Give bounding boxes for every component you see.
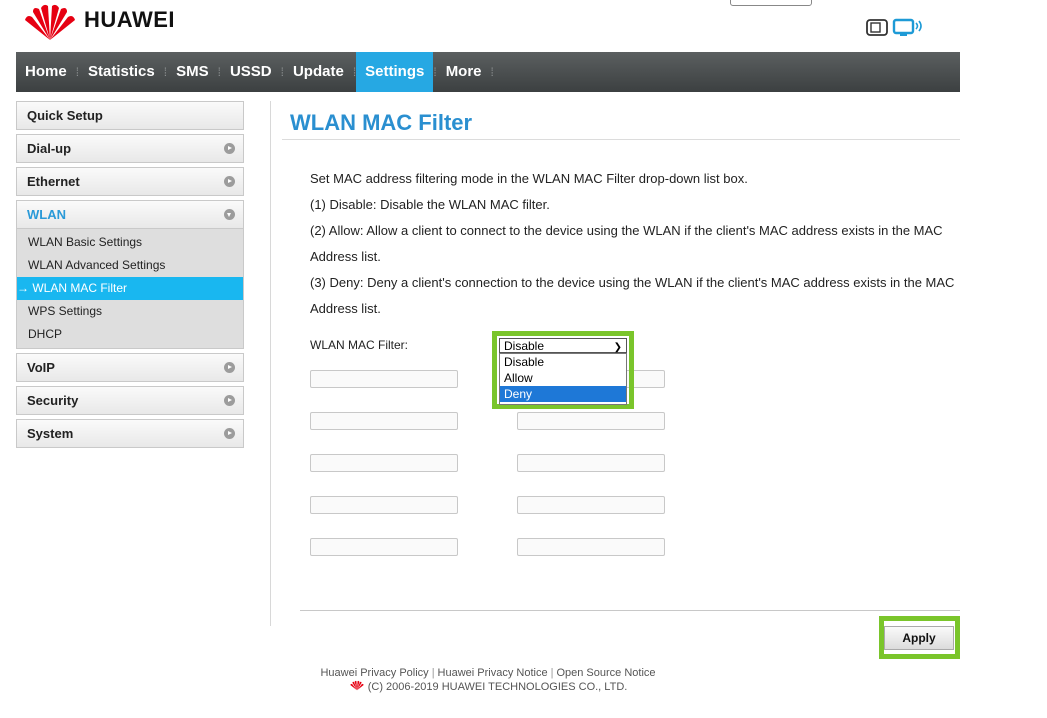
copyright-text: (C) 2006-2019 HUAWEI TECHNOLOGIES CO., L… xyxy=(367,681,628,693)
page-title: WLAN MAC Filter xyxy=(290,110,473,135)
mac-address-input-8[interactable] xyxy=(517,496,665,514)
sidebar-item-wlan[interactable]: WLAN xyxy=(16,200,244,229)
pc-connected-icon xyxy=(892,18,922,36)
chevron-right-icon xyxy=(224,143,235,154)
chevron-right-icon xyxy=(224,395,235,406)
sidebar-subitem-wlan-mac-filter[interactable]: → WLAN MAC Filter xyxy=(17,277,243,300)
mac-address-input-1[interactable] xyxy=(310,370,458,388)
mac-address-input-9[interactable] xyxy=(310,538,458,556)
mac-filter-label: WLAN MAC Filter: xyxy=(310,338,409,352)
mac-filter-dropdown: Disable Allow Deny xyxy=(499,353,627,405)
mac-address-input-4[interactable] xyxy=(517,412,665,430)
sidebar-item-system[interactable]: System xyxy=(16,419,244,448)
sidebar-item-label: WLAN xyxy=(27,207,66,222)
chevron-down-icon xyxy=(224,209,235,220)
huawei-logo-icon xyxy=(25,4,75,40)
chevron-right-icon xyxy=(224,428,235,439)
nav-home[interactable]: Home xyxy=(16,52,76,92)
option-deny[interactable]: Deny xyxy=(500,386,626,402)
mac-filter-selected-value: Disable xyxy=(504,339,545,353)
description-line: (2) Allow: Allow a client to connect to … xyxy=(310,223,943,264)
description-line: (1) Disable: Disable the WLAN MAC filter… xyxy=(310,197,550,212)
huawei-logo-icon xyxy=(350,680,364,691)
nav-more[interactable]: More xyxy=(437,52,491,92)
option-allow[interactable]: Allow xyxy=(500,370,626,386)
title-divider xyxy=(282,139,960,140)
sidebar-subitem-wps[interactable]: WPS Settings xyxy=(17,300,243,323)
header: HUAWEI xyxy=(0,0,960,48)
mac-filter-select[interactable]: Disable ❯ xyxy=(499,338,627,353)
sidebar-item-label: Quick Setup xyxy=(27,108,103,123)
content-divider xyxy=(270,101,271,626)
main-nav: Home ⁞ Statistics ⁞ SMS ⁞ USSD ⁞ Update … xyxy=(16,52,960,92)
chevron-right-icon xyxy=(224,176,235,187)
sidebar-item-label: Dial-up xyxy=(27,141,72,156)
nav-sms[interactable]: SMS xyxy=(167,52,218,92)
mac-address-input-5[interactable] xyxy=(310,454,458,472)
sidebar-subitem-wlan-advanced[interactable]: WLAN Advanced Settings xyxy=(17,254,243,277)
wlan-submenu: WLAN Basic Settings WLAN Advanced Settin… xyxy=(16,229,244,349)
footer: Huawei Privacy Policy | Huawei Privacy Not… xyxy=(320,667,656,693)
description: Set MAC address filtering mode in the WL… xyxy=(310,166,965,322)
sim-card-icon xyxy=(866,19,888,36)
sidebar-subitem-wlan-basic[interactable]: WLAN Basic Settings xyxy=(17,231,243,254)
sidebar-item-label: System xyxy=(27,426,74,441)
description-line: Set MAC address filtering mode in the WL… xyxy=(310,171,748,186)
sidebar-item-label: VoIP xyxy=(27,360,55,375)
apply-button[interactable]: Apply xyxy=(884,626,954,650)
sidebar-item-voip[interactable]: VoIP xyxy=(16,353,244,382)
sidebar-item-dial-up[interactable]: Dial-up xyxy=(16,134,244,163)
sidebar-subitem-dhcp[interactable]: DHCP xyxy=(17,323,243,346)
privacy-notice-link[interactable]: Huawei Privacy Notice xyxy=(438,667,548,679)
nav-update[interactable]: Update xyxy=(284,52,353,92)
sidebar-item-security[interactable]: Security xyxy=(16,386,244,415)
brand-name: HUAWEI xyxy=(84,7,175,32)
mac-address-input-6[interactable] xyxy=(517,454,665,472)
status-icons xyxy=(866,18,936,43)
nav-settings[interactable]: Settings xyxy=(356,52,434,92)
sidebar-item-label: Security xyxy=(27,393,79,408)
open-source-notice-link[interactable]: Open Source Notice xyxy=(556,667,655,679)
mac-address-input-3[interactable] xyxy=(310,412,458,430)
nav-ussd[interactable]: USSD xyxy=(221,52,281,92)
chevron-right-icon xyxy=(224,362,235,373)
form-divider xyxy=(300,610,960,611)
nav-statistics[interactable]: Statistics xyxy=(79,52,164,92)
language-select[interactable] xyxy=(730,0,812,6)
privacy-policy-link[interactable]: Huawei Privacy Policy xyxy=(320,667,428,679)
description-line: (3) Deny: Deny a client's connection to … xyxy=(310,275,955,316)
sidebar-item-quick-setup[interactable]: Quick Setup xyxy=(16,101,244,130)
nav-separator: ⁞ xyxy=(490,65,494,79)
sidebar: Quick Setup Dial-up Ethernet WLAN WLAN B… xyxy=(16,101,244,452)
sidebar-item-ethernet[interactable]: Ethernet xyxy=(16,167,244,196)
mac-address-input-7[interactable] xyxy=(310,496,458,514)
mac-address-input-10[interactable] xyxy=(517,538,665,556)
option-disable[interactable]: Disable xyxy=(500,354,626,370)
sidebar-item-label: Ethernet xyxy=(27,174,80,189)
